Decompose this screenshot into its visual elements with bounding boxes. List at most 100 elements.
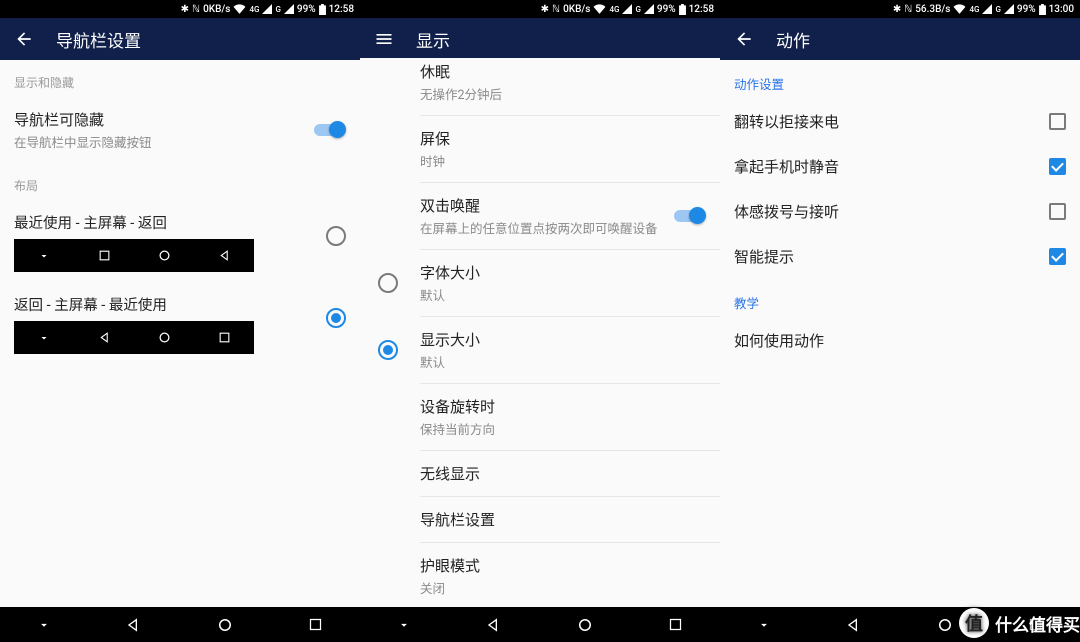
- gesture-call-row[interactable]: 体感拨号与接听: [720, 189, 1080, 234]
- radio-button[interactable]: [378, 340, 398, 360]
- item-label: 无线显示: [420, 463, 706, 484]
- page-title: 导航栏设置: [56, 27, 141, 52]
- item-sublabel: 时钟: [420, 151, 706, 170]
- rotate-row[interactable]: 设备旋转时 保持当前方向: [360, 384, 720, 450]
- switch-toggle[interactable]: [312, 121, 346, 139]
- smart-hint-row[interactable]: 智能提示: [720, 234, 1080, 279]
- back-arrow-icon[interactable]: [14, 29, 34, 49]
- network-4g-icon: 4G: [609, 5, 619, 14]
- nav-recents-icon[interactable]: [668, 617, 683, 632]
- network-4g-icon: 4G: [249, 5, 259, 14]
- nfc-icon: ℕ: [552, 4, 560, 15]
- page-title: 动作: [776, 27, 810, 52]
- pickup-mute-row[interactable]: 拿起手机时静音: [720, 144, 1080, 189]
- battery-percent: 99%: [297, 4, 316, 15]
- clock-time: 13:00: [1049, 4, 1074, 15]
- back-nav-icon: [205, 239, 243, 272]
- nav-collapse-icon[interactable]: [37, 618, 51, 632]
- item-label: 智能提示: [734, 246, 1039, 267]
- wifi-icon: [953, 4, 966, 14]
- how-to-row[interactable]: 如何使用动作: [720, 318, 1080, 363]
- item-sublabel: 默认: [420, 352, 706, 371]
- switch-toggle[interactable]: [672, 207, 706, 225]
- item-label: 屏保: [420, 128, 706, 149]
- item-label: 导航栏设置: [420, 509, 706, 530]
- signal-icon: [622, 4, 632, 14]
- back-nav-icon: [85, 321, 123, 354]
- item-label: 拿起手机时静音: [734, 156, 1039, 177]
- flip-reject-row[interactable]: 翻转以拒接来电: [720, 99, 1080, 144]
- item-sublabel: 在导航栏中显示隐藏按钮: [14, 132, 302, 151]
- checkbox[interactable]: [1049, 203, 1066, 220]
- bluetooth-icon: ✱: [181, 4, 189, 15]
- font-size-row[interactable]: 字体大小 默认: [360, 250, 720, 316]
- net-speed: 0KB/s: [563, 4, 590, 15]
- nfc-icon: ℕ: [904, 4, 912, 15]
- net-speed: 56.3B/s: [915, 4, 950, 15]
- nav-back-icon[interactable]: [485, 617, 501, 633]
- layout-option-2[interactable]: 返回 - 主屏幕 - 最近使用: [0, 282, 360, 364]
- battery-icon: [679, 4, 686, 15]
- recents-icon: [85, 239, 123, 272]
- checkbox[interactable]: [1049, 158, 1066, 175]
- item-sublabel: 无操作2分钟后: [420, 84, 706, 103]
- layout-option-1[interactable]: 最近使用 - 主屏幕 - 返回: [0, 200, 360, 282]
- item-label: 如何使用动作: [734, 330, 1066, 351]
- system-nav-set: [0, 607, 360, 642]
- nav-home-icon[interactable]: [936, 616, 954, 634]
- nav-preview: [14, 321, 254, 354]
- system-nav-bar: [0, 607, 1080, 642]
- wifi-icon: [593, 4, 606, 14]
- signal-icon: [262, 4, 272, 14]
- home-icon: [145, 321, 183, 354]
- content: 显示和隐藏 导航栏可隐藏 在导航栏中显示隐藏按钮 布局 最近使用 - 主屏幕 -…: [0, 60, 360, 607]
- radio-button[interactable]: [326, 226, 346, 246]
- nav-back-icon[interactable]: [845, 617, 861, 633]
- night-mode-row[interactable]: 护眼模式 关闭: [360, 543, 720, 607]
- back-arrow-icon[interactable]: [734, 29, 754, 49]
- display-size-row[interactable]: 显示大小 默认: [360, 317, 720, 383]
- radio-button[interactable]: [378, 273, 398, 293]
- checkbox[interactable]: [1049, 248, 1066, 265]
- network-g-icon: G: [635, 5, 640, 14]
- signal-2-icon: [1004, 4, 1014, 14]
- screen-navbar-settings: ✱ ℕ 0KB/s 4G G 99% 12:58 导航栏设置 显示和隐藏 导航栏…: [0, 0, 360, 607]
- nav-home-icon[interactable]: [216, 616, 234, 634]
- item-label: 双击唤醒: [420, 195, 662, 216]
- nav-recents-icon[interactable]: [308, 617, 323, 632]
- section-show-hide: 显示和隐藏: [0, 60, 360, 97]
- sleep-row[interactable]: 休眠 无操作2分钟后: [360, 58, 720, 115]
- layout-label: 返回 - 主屏幕 - 最近使用: [14, 282, 306, 315]
- nav-home-icon[interactable]: [576, 616, 594, 634]
- bluetooth-icon: ✱: [541, 4, 549, 15]
- nav-back-icon[interactable]: [125, 617, 141, 633]
- status-bar: ✱ ℕ 0KB/s 4G G 99% 12:58: [360, 0, 720, 18]
- network-g-icon: G: [275, 5, 280, 14]
- menu-icon[interactable]: [374, 29, 394, 49]
- signal-2-icon: [284, 4, 294, 14]
- section-tutorial: 教学: [720, 279, 1080, 318]
- clock-time: 12:58: [689, 4, 714, 15]
- net-speed: 0KB/s: [203, 4, 230, 15]
- battery-percent: 99%: [657, 4, 676, 15]
- item-sublabel: 默认: [420, 285, 706, 304]
- screensaver-row[interactable]: 屏保 时钟: [360, 116, 720, 182]
- item-sublabel: 关闭: [420, 578, 706, 597]
- navbar-hideable-row[interactable]: 导航栏可隐藏 在导航栏中显示隐藏按钮: [0, 97, 360, 163]
- nav-collapse-icon[interactable]: [757, 618, 771, 632]
- section-layout: 布局: [0, 163, 360, 200]
- bluetooth-icon: ✱: [893, 4, 901, 15]
- item-sublabel: 在屏幕上的任意位置点按两次即可唤醒设备: [420, 218, 662, 237]
- radio-button[interactable]: [326, 308, 346, 328]
- screen-display-settings: ✱ ℕ 0KB/s 4G G 99% 12:58 显示 休眠 无操作2分钟后: [360, 0, 720, 607]
- checkbox[interactable]: [1049, 113, 1066, 130]
- item-label: 体感拨号与接听: [734, 201, 1039, 222]
- doubletap-wake-row[interactable]: 双击唤醒 在屏幕上的任意位置点按两次即可唤醒设备: [360, 183, 720, 249]
- watermark: 值 什么值得买: [959, 608, 1080, 638]
- navbar-settings-row[interactable]: 导航栏设置: [360, 497, 720, 542]
- item-label: 字体大小: [420, 262, 706, 283]
- wireless-display-row[interactable]: 无线显示: [360, 451, 720, 496]
- item-label: 休眠: [420, 61, 706, 82]
- watermark-text: 什么值得买: [995, 611, 1080, 636]
- nav-collapse-icon[interactable]: [397, 618, 411, 632]
